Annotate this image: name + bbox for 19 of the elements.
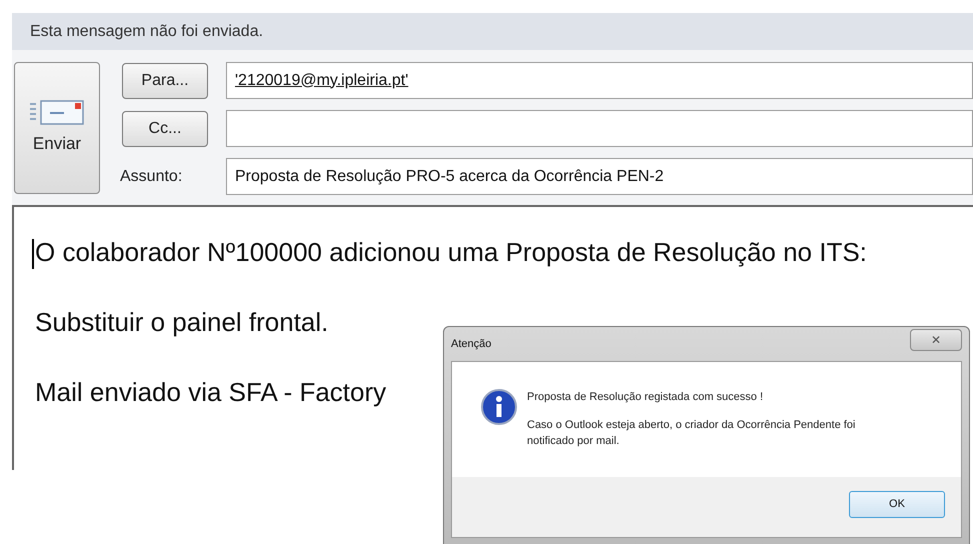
body-paragraph: O colaborador Nº100000 adicionou uma Proposta de Resolução no ITS: [35,237,867,267]
text-cursor [32,239,34,269]
input-field[interactable] [226,110,973,147]
body-paragraph: Substituir o painel frontal. [35,307,328,337]
field-label: Assunto: [120,166,182,186]
close-button[interactable]: ✕ [910,329,962,351]
recipient-button[interactable]: Cc... [122,110,208,146]
dialog-message: Proposta de Resolução registada com sucesso ! [527,390,764,405]
recipient-button[interactable]: Para... [122,62,208,98]
dialog-title: Atenção [451,336,492,352]
input-field[interactable]: '2120019@my.ipleiria.pt' [226,62,973,99]
envelope-icon [30,99,84,126]
body-paragraph: Mail enviado via SFA - Factory [35,377,386,407]
info-bar: Esta mensagem não foi enviada. [12,13,973,50]
info-icon [481,389,517,425]
dialog-message: Caso o Outlook esteja aberto, o criador da Ocorrência Pendente foi notificado por mail. [527,418,856,449]
send-button[interactable]: Enviar [14,62,100,194]
ok-button[interactable]: OK [849,491,945,518]
input-field[interactable]: Proposta de Resolução PRO-5 acerca da Ocorrência PEN-2 [226,158,973,195]
